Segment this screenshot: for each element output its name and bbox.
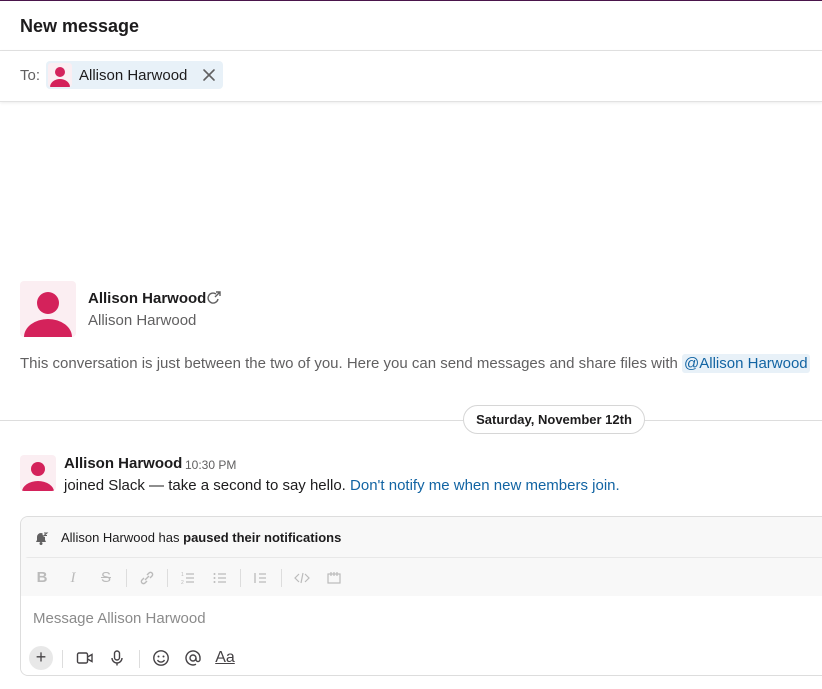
- blockquote-icon[interactable]: [250, 568, 270, 588]
- external-user-icon: [207, 291, 221, 305]
- link-icon[interactable]: [137, 568, 157, 588]
- italic-icon[interactable]: I: [63, 568, 83, 588]
- message-composer: Allison Harwood has paused their notific…: [20, 516, 822, 676]
- bell-paused-icon: [33, 530, 49, 546]
- intro-description: This conversation is just between the tw…: [20, 355, 678, 372]
- formatting-toggle-button[interactable]: Aa: [213, 646, 237, 670]
- video-clip-icon[interactable]: [73, 646, 97, 670]
- to-label: To:: [20, 67, 41, 84]
- message-input[interactable]: Message Allison Harwood: [33, 610, 206, 627]
- notice-user: Allison Harwood has: [61, 530, 180, 545]
- formatting-toolbar: B I S 12: [21, 558, 822, 596]
- toolbar-separator: [167, 569, 168, 587]
- conversation-intro-text: This conversation is just between the tw…: [20, 354, 810, 373]
- paused-notifications-text: Allison Harwood has paused their notific…: [61, 530, 341, 545]
- profile-display-name: Allison Harwood: [88, 312, 197, 329]
- header: New message: [0, 1, 822, 51]
- date-divider-button[interactable]: Saturday, November 12th: [463, 405, 645, 434]
- dont-notify-link[interactable]: Don't notify me when new members join.: [350, 477, 620, 494]
- action-separator: [139, 650, 140, 668]
- message-body: joined Slack — take a second to say hell…: [64, 477, 620, 494]
- code-icon[interactable]: [292, 568, 312, 588]
- date-divider-line: [0, 420, 822, 421]
- page-title: New message: [20, 16, 140, 36]
- bold-icon[interactable]: B: [32, 568, 52, 588]
- strikethrough-icon[interactable]: S: [96, 568, 116, 588]
- action-separator: [62, 650, 63, 668]
- remove-recipient-icon[interactable]: [200, 66, 218, 84]
- user-mention-link[interactable]: @Allison Harwood: [682, 354, 810, 373]
- ordered-list-icon[interactable]: 12: [178, 568, 198, 588]
- recipient-chip[interactable]: Allison Harwood: [46, 61, 223, 89]
- toolbar-separator: [240, 569, 241, 587]
- message-author[interactable]: Allison Harwood: [64, 455, 182, 472]
- message-timestamp[interactable]: 10:30 PM: [185, 458, 236, 472]
- microphone-icon[interactable]: [105, 646, 129, 670]
- mention-icon[interactable]: [181, 646, 205, 670]
- emoji-icon[interactable]: [149, 646, 173, 670]
- message-text: joined Slack — take a second to say hell…: [64, 477, 346, 494]
- profile-name[interactable]: Allison Harwood: [88, 290, 206, 307]
- profile-avatar[interactable]: [20, 281, 76, 337]
- recipient-name: Allison Harwood: [79, 67, 188, 84]
- paused-notifications-banner: Allison Harwood has paused their notific…: [21, 517, 822, 557]
- toolbar-separator: [281, 569, 282, 587]
- code-block-icon[interactable]: [324, 568, 344, 588]
- notice-status: paused their notifications: [183, 530, 342, 545]
- toolbar-separator: [126, 569, 127, 587]
- message-avatar[interactable]: [20, 455, 56, 491]
- add-attachment-button[interactable]: +: [29, 646, 53, 670]
- to-field-row[interactable]: To: Allison Harwood: [0, 51, 822, 102]
- recipient-avatar: [48, 63, 72, 87]
- svg-text:1: 1: [181, 572, 184, 578]
- bulleted-list-icon[interactable]: [210, 568, 230, 588]
- message-editor[interactable]: B I S 12 Message Allison Harwood + Aa: [21, 557, 822, 675]
- svg-text:2: 2: [181, 580, 184, 586]
